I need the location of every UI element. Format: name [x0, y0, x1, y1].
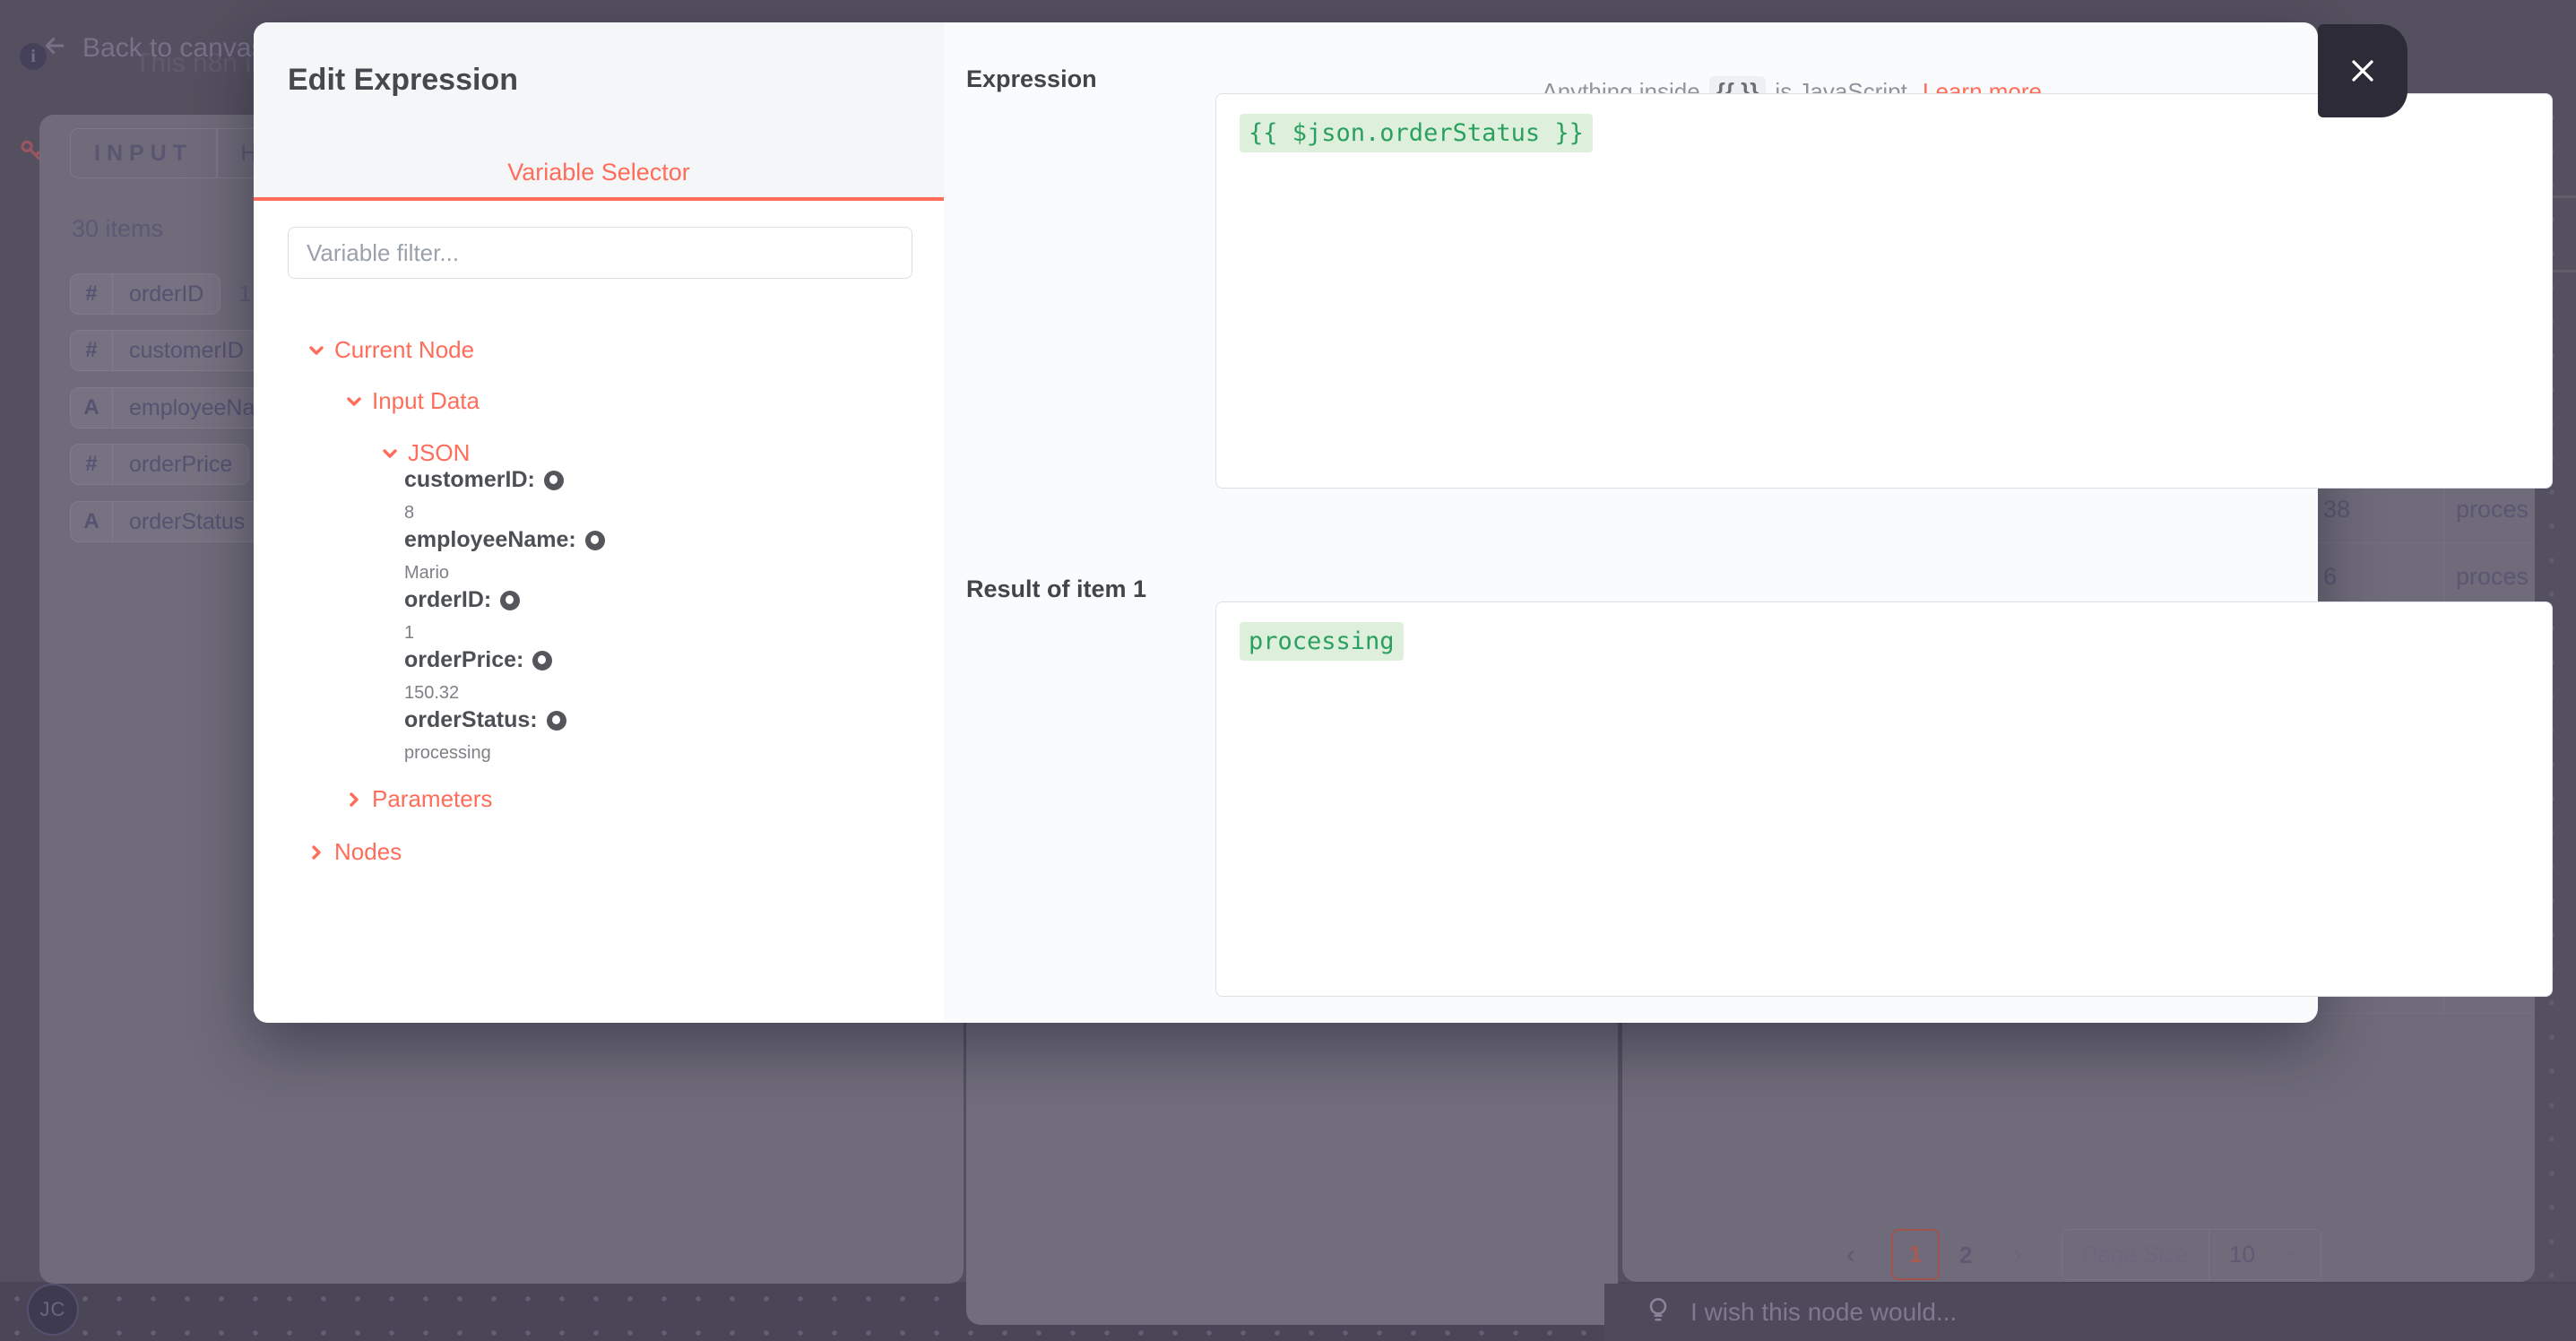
close-icon	[2345, 53, 2381, 89]
result-viewer: processing	[1215, 601, 2553, 997]
tree-item-parameters[interactable]: Parameters	[343, 785, 492, 813]
schema-field-customerid[interactable]: #customerID	[70, 330, 261, 371]
tree-key-orderid[interactable]: orderID:	[404, 587, 520, 613]
tree-key-orderstatus[interactable]: orderStatus:	[404, 707, 566, 733]
tree-value: processing	[404, 743, 491, 764]
pagination-page-1[interactable]: 1	[1891, 1229, 1940, 1280]
schema-field-orderid[interactable]: #orderID 1	[70, 273, 251, 315]
schema-field-label: orderPrice	[113, 445, 248, 484]
tree-item-current-node[interactable]: Current Node	[306, 336, 474, 364]
tree-key-orderprice[interactable]: orderPrice:	[404, 647, 552, 673]
wish-feedback-bar[interactable]: I wish this node would...	[1604, 1284, 2576, 1341]
chevron-down-icon	[379, 443, 401, 464]
tab-input[interactable]: INPUT	[71, 129, 216, 177]
schema-field-label: customerID	[113, 331, 260, 370]
chevron-down-icon	[306, 340, 327, 361]
select-target-icon[interactable]	[500, 591, 520, 610]
tree-value: 150.32	[404, 683, 459, 704]
schema-field-label: orderStatus	[113, 502, 261, 541]
edit-expression-modal: Edit Expression Variable Selector Curren…	[254, 22, 2318, 1023]
expression-editor[interactable]: {{ $json.orderStatus }}	[1215, 93, 2553, 489]
page-size-label: Page Size	[2062, 1241, 2209, 1268]
number-type-icon: #	[71, 274, 112, 314]
tree-item-nodes[interactable]: Nodes	[306, 838, 402, 866]
tree-item-json[interactable]: JSON	[379, 439, 470, 467]
schema-field-orderprice[interactable]: #orderPrice	[70, 444, 249, 485]
result-value: processing	[1240, 622, 1404, 661]
wish-input-placeholder: I wish this node would...	[1690, 1298, 1957, 1327]
modal-title: Edit Expression	[288, 63, 518, 98]
tree-key-customerid[interactable]: customerID:	[404, 467, 564, 493]
chevron-right-icon	[306, 842, 327, 863]
schema-field-value: 1	[238, 281, 251, 307]
expression-heading: Expression	[966, 65, 1097, 93]
tree-value: 1	[404, 623, 414, 644]
select-target-icon[interactable]	[544, 471, 564, 490]
back-to-canvas-button[interactable]: Back to canvas	[39, 32, 264, 64]
schema-field-orderstatus[interactable]: AorderStatus	[70, 501, 262, 542]
string-type-icon: A	[71, 388, 112, 428]
pagination-next[interactable]: ›	[2013, 1240, 2022, 1270]
number-type-icon: #	[71, 445, 112, 484]
tab-active-underline	[254, 197, 944, 201]
chevron-down-icon	[343, 391, 365, 412]
arrow-left-icon	[39, 32, 70, 64]
pagination-prev[interactable]: ‹	[1846, 1240, 1855, 1270]
items-count: 30 items	[72, 215, 163, 243]
variable-selector-panel: Edit Expression Variable Selector Curren…	[254, 22, 944, 1023]
table-row: 6proces	[2318, 543, 2534, 610]
tree-value: Mario	[404, 563, 449, 584]
tab-variable-selector[interactable]: Variable Selector	[254, 159, 944, 186]
number-type-icon: #	[71, 331, 112, 370]
close-button[interactable]	[2318, 24, 2407, 117]
result-heading: Result of item 1	[966, 575, 1146, 603]
schema-field-label: orderID	[113, 274, 220, 314]
variable-filter-input[interactable]	[288, 227, 912, 279]
avatar[interactable]: JC	[27, 1284, 79, 1336]
select-target-icon[interactable]	[547, 711, 566, 731]
select-target-icon[interactable]	[585, 531, 605, 550]
tree-key-employeename[interactable]: employeeName:	[404, 527, 605, 553]
lightbulb-icon	[1646, 1296, 1671, 1329]
pagination-page-2[interactable]: 2	[1959, 1242, 1972, 1269]
chevron-down-icon	[2279, 1241, 2321, 1268]
tree-value: 8	[404, 503, 414, 523]
select-target-icon[interactable]	[532, 651, 552, 670]
expression-code: {{ $json.orderStatus }}	[1240, 114, 1593, 152]
tree-item-input-data[interactable]: Input Data	[343, 387, 480, 415]
page-size-value: 10	[2209, 1241, 2279, 1268]
back-to-canvas-label: Back to canvas	[82, 33, 264, 64]
chevron-right-icon	[343, 789, 365, 810]
string-type-icon: A	[71, 502, 112, 541]
page-size-select[interactable]: Page Size 10	[2062, 1229, 2321, 1280]
